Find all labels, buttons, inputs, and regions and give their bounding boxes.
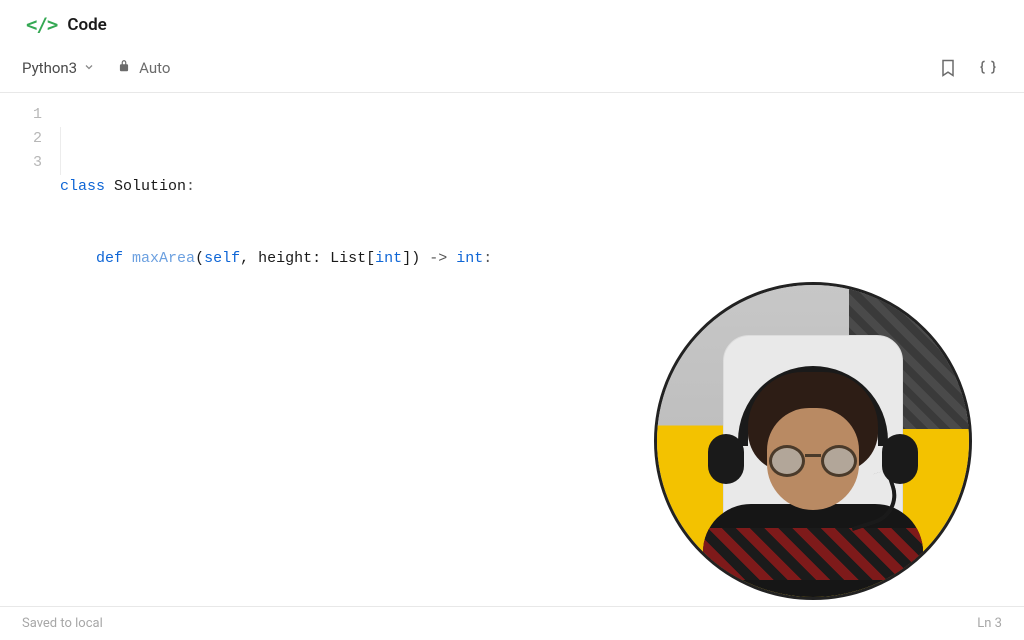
code-line: class Solution: — [60, 175, 1012, 199]
toolbar-right — [938, 58, 998, 78]
status-left: Saved to local — [22, 616, 103, 631]
line-number: 2 — [0, 127, 42, 151]
chevron-down-icon — [83, 61, 95, 76]
format-braces-icon[interactable] — [978, 58, 998, 78]
line-number: 3 — [0, 151, 42, 175]
language-label: Python3 — [22, 59, 77, 77]
header-title: Code — [67, 15, 106, 35]
statusbar: Saved to local Ln 3 — [0, 606, 1024, 640]
code-line: def maxArea(self, height: List[int]) -> … — [60, 247, 1012, 271]
toolbar: Python3 Auto — [0, 46, 1024, 93]
header: </> Code — [0, 0, 1024, 46]
webcam-image — [657, 285, 969, 597]
status-right: Ln 3 — [977, 616, 1002, 631]
auto-label-text: Auto — [139, 59, 170, 77]
toolbar-left: Python3 Auto — [22, 59, 170, 77]
code-icon: </> — [26, 14, 57, 36]
app-root: </> Code Python3 Auto — [0, 0, 1024, 640]
line-gutter: 1 2 3 — [0, 103, 60, 606]
indent-guide — [60, 127, 61, 175]
line-number: 1 — [0, 103, 42, 127]
webcam-overlay — [654, 282, 972, 600]
lock-icon — [117, 59, 131, 77]
auto-toggle[interactable]: Auto — [117, 59, 170, 77]
language-selector[interactable]: Python3 — [22, 59, 95, 77]
bookmark-icon[interactable] — [938, 58, 958, 78]
